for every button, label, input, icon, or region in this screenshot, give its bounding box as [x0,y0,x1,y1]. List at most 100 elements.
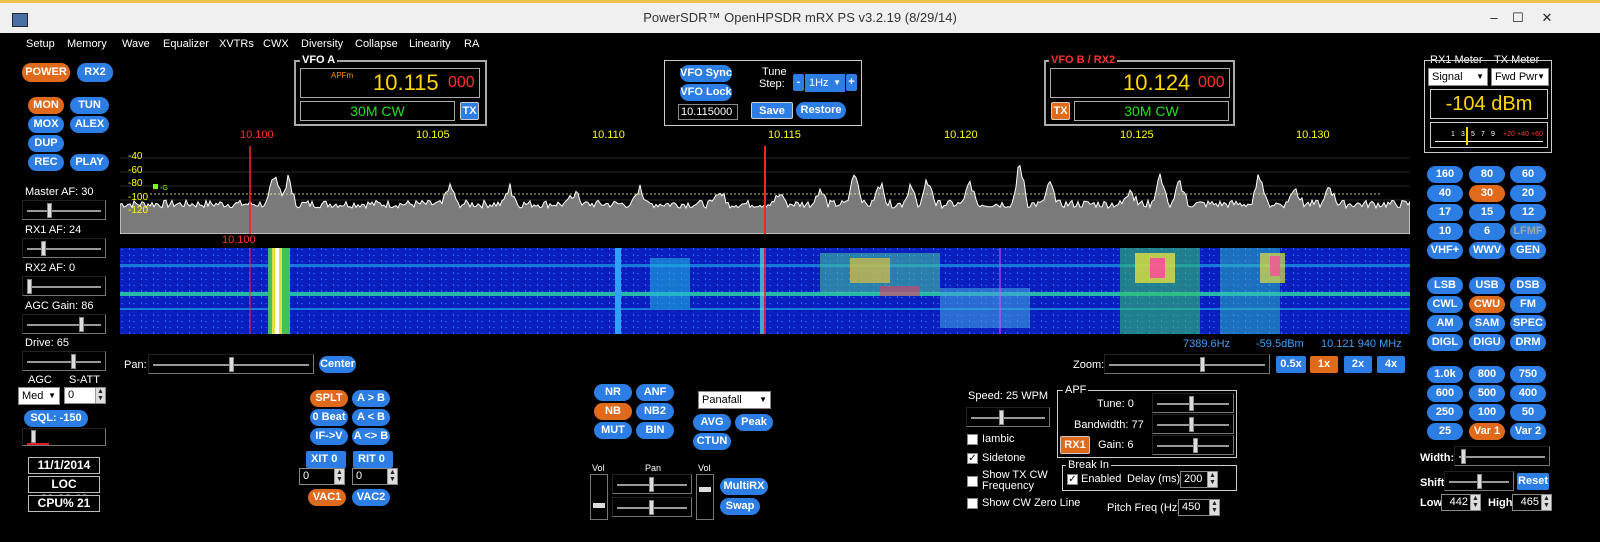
filter-25-button[interactable]: 25 [1427,423,1463,440]
vfo-a-tx-button[interactable]: TX [460,102,479,120]
mode-fm-button[interactable]: FM [1510,296,1546,313]
band-160-button[interactable]: 160 [1427,166,1463,183]
vfo-sync-button[interactable]: VFO Sync [680,65,732,82]
filter-400-button[interactable]: 400 [1510,385,1546,402]
rit-button[interactable]: RIT 0 [353,451,393,468]
width-slider[interactable] [1454,446,1550,466]
nb-button[interactable]: NB [594,403,632,420]
band-10-button[interactable]: 10 [1427,223,1463,240]
xit-spinner[interactable]: 0 ▲ ▼ [299,468,345,485]
b-to-a-button[interactable]: A < B [352,409,390,426]
rit-spinner[interactable]: 0 ▲ ▼ [352,468,398,485]
mode-cwl-button[interactable]: CWL [1427,296,1463,313]
filter-var2-button[interactable]: Var 2 [1510,423,1546,440]
mode-drm-button[interactable]: DRM [1510,334,1546,351]
apf-bandwidth-slider[interactable] [1152,414,1234,434]
band-gen-button[interactable]: GEN [1510,242,1546,259]
filter-250-button[interactable]: 250 [1427,404,1463,421]
tx-meter-select[interactable]: Fwd Pwr ▼ [1491,68,1549,86]
mode-dsb-button[interactable]: DSB [1510,277,1546,294]
agc-gain-slider[interactable] [22,314,106,334]
mox-button[interactable]: MOX [28,116,64,133]
peak-button[interactable]: Peak [735,414,773,431]
zoom-2x-button[interactable]: 2x [1344,356,1372,373]
cw-speed-slider[interactable] [966,407,1050,427]
if-to-v-button[interactable]: IF->V [310,428,348,445]
apf-gain-slider[interactable] [1152,435,1234,455]
menu-diversity[interactable]: Diversity [301,38,343,50]
band-6-button[interactable]: 6 [1469,223,1505,240]
band-lfmf-button[interactable]: LFMF [1510,223,1546,240]
filter-600-button[interactable]: 600 [1427,385,1463,402]
apf-tune-slider[interactable] [1152,393,1234,413]
band-40-button[interactable]: 40 [1427,185,1463,202]
split-button[interactable]: SPLT [310,390,348,407]
filter-50-button[interactable]: 50 [1510,404,1546,421]
pan-slider[interactable] [148,354,314,374]
zoom-1x-button[interactable]: 1x [1310,356,1338,373]
freq-entry-input[interactable]: 10.115000 [678,104,738,120]
mut-button[interactable]: MUT [594,422,632,439]
a-to-b-button[interactable]: A > B [352,390,390,407]
menu-collapse[interactable]: Collapse [355,38,398,50]
menu-setup[interactable]: Setup [26,38,55,50]
menu-wave[interactable]: Wave [122,38,150,50]
master-af-slider[interactable] [22,200,106,220]
band-20-button[interactable]: 20 [1510,185,1546,202]
swap-button[interactable]: Swap [720,498,760,515]
mode-digu-button[interactable]: DIGU [1469,334,1505,351]
nr-button[interactable]: NR [594,384,632,401]
anf-button[interactable]: ANF [636,384,674,401]
close-button[interactable]: ✕ [1536,9,1558,27]
bin-button[interactable]: BIN [636,422,674,439]
sql-slider[interactable] [22,428,106,446]
sidetone-checkbox[interactable]: ✓ [967,453,978,464]
low-spinner[interactable]: 442 ▲ ▼ [1441,494,1481,511]
maximize-button[interactable]: ☐ [1507,9,1529,27]
avg-button[interactable]: AVG [693,414,731,431]
band-80-button[interactable]: 80 [1469,166,1505,183]
apf-rx1-button[interactable]: RX1 [1060,436,1090,454]
drive-slider[interactable] [22,351,106,371]
band-12-button[interactable]: 12 [1510,204,1546,221]
filter-1k-button[interactable]: 1.0k [1427,366,1463,383]
restore-button[interactable]: Restore [796,102,846,119]
menu-linearity[interactable]: Linearity [409,38,451,50]
band-15-button[interactable]: 15 [1469,204,1505,221]
center-button[interactable]: Center [319,356,356,373]
vfo-b-tx-button[interactable]: TX [1051,102,1070,120]
mode-am-button[interactable]: AM [1427,315,1463,332]
panadapter-display[interactable]: -G [120,146,1410,234]
filter-500-button[interactable]: 500 [1469,385,1505,402]
xit-button[interactable]: XIT 0 [306,451,346,468]
menu-ra[interactable]: RA [464,38,479,50]
minimize-button[interactable]: – [1483,9,1505,27]
iambic-checkbox[interactable] [967,434,978,445]
dup-button[interactable]: DUP [28,135,64,152]
step-minus-button[interactable]: - [793,74,804,91]
rx1-pan-slider[interactable] [612,474,692,494]
rx2-vol-slider[interactable] [696,474,714,520]
rx1-meter-select[interactable]: Signal ▼ [1428,68,1488,86]
vac1-button[interactable]: VAC1 [308,489,346,506]
band-wwv-button[interactable]: WWV [1469,242,1505,259]
mon-button[interactable]: MON [28,97,64,114]
save-button[interactable]: Save [751,102,793,119]
mode-spec-button[interactable]: SPEC [1510,315,1546,332]
zero-beat-button[interactable]: 0 Beat [310,409,348,426]
band-vhf-button[interactable]: VHF+ [1427,242,1463,259]
shift-reset-button[interactable]: Reset [1517,473,1549,490]
vac2-button[interactable]: VAC2 [352,489,390,506]
multirx-button[interactable]: MultiRX [720,478,768,495]
break-in-enabled-checkbox[interactable]: ✓ [1067,474,1078,485]
step-select[interactable]: 1Hz ▼ [805,74,845,92]
display-mode-select[interactable]: Panafall ▼ [698,391,771,409]
menu-memory[interactable]: Memory [67,38,107,50]
menu-xvtrs[interactable]: XVTRs [219,38,254,50]
rx2-button[interactable]: RX2 [77,63,113,82]
power-button[interactable]: POWER [22,63,70,82]
zoom-05x-button[interactable]: 0.5x [1276,356,1306,373]
band-17-button[interactable]: 17 [1427,204,1463,221]
rec-button[interactable]: REC [28,154,64,171]
pitch-spinner[interactable]: 450 ▲ ▼ [1178,499,1220,516]
